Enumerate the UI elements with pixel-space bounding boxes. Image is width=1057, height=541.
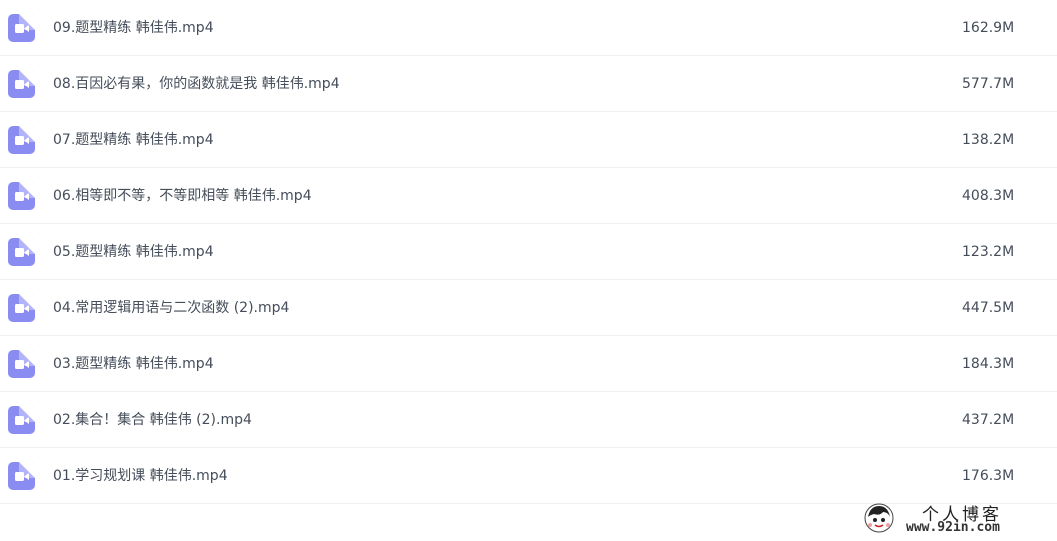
video-file-icon: [8, 294, 35, 322]
file-name[interactable]: 02.集合！集合 韩佳伟 (2).mp4: [53, 392, 252, 448]
file-row[interactable]: 08.百因必有果，你的函数就是我 韩佳伟.mp4 577.7M: [0, 56, 1057, 112]
file-name[interactable]: 09.题型精练 韩佳伟.mp4: [53, 0, 214, 56]
video-file-icon: [8, 406, 35, 434]
file-size: 437.2M: [962, 412, 1015, 428]
avatar-icon: [864, 503, 894, 533]
watermark-url: www.92in.com: [906, 520, 1000, 535]
file-size: 138.2M: [962, 132, 1015, 148]
file-row[interactable]: 05.题型精练 韩佳伟.mp4 123.2M: [0, 224, 1057, 280]
file-row[interactable]: 09.题型精练 韩佳伟.mp4 162.9M: [0, 0, 1057, 56]
file-size: 184.3M: [962, 356, 1015, 372]
file-name[interactable]: 05.题型精练 韩佳伟.mp4: [53, 224, 214, 280]
video-file-icon: [8, 126, 35, 154]
file-size: 408.3M: [962, 188, 1015, 204]
file-size: 577.7M: [962, 76, 1015, 92]
file-name[interactable]: 06.相等即不等，不等即相等 韩佳伟.mp4: [53, 168, 312, 224]
watermark: 个人博客 www.92in.com: [864, 500, 1054, 540]
file-name[interactable]: 08.百因必有果，你的函数就是我 韩佳伟.mp4: [53, 56, 340, 112]
file-row[interactable]: 06.相等即不等，不等即相等 韩佳伟.mp4 408.3M: [0, 168, 1057, 224]
file-size: 176.3M: [962, 468, 1015, 484]
video-file-icon: [8, 14, 35, 42]
video-file-icon: [8, 182, 35, 210]
video-file-icon: [8, 462, 35, 490]
file-list: 09.题型精练 韩佳伟.mp4 162.9M 08.百因必有果，你的函数就是我 …: [0, 0, 1057, 504]
file-row[interactable]: 01.学习规划课 韩佳伟.mp4 176.3M: [0, 448, 1057, 504]
file-size: 447.5M: [962, 300, 1015, 316]
file-row[interactable]: 02.集合！集合 韩佳伟 (2).mp4 437.2M: [0, 392, 1057, 448]
file-size: 162.9M: [962, 20, 1015, 36]
video-file-icon: [8, 350, 35, 378]
video-file-icon: [8, 238, 35, 266]
file-row[interactable]: 07.题型精练 韩佳伟.mp4 138.2M: [0, 112, 1057, 168]
file-name[interactable]: 07.题型精练 韩佳伟.mp4: [53, 112, 214, 168]
file-name[interactable]: 04.常用逻辑用语与二次函数 (2).mp4: [53, 280, 289, 336]
file-size: 123.2M: [962, 244, 1015, 260]
video-file-icon: [8, 70, 35, 98]
file-name[interactable]: 01.学习规划课 韩佳伟.mp4: [53, 448, 228, 504]
file-row[interactable]: 04.常用逻辑用语与二次函数 (2).mp4 447.5M: [0, 280, 1057, 336]
file-row[interactable]: 03.题型精练 韩佳伟.mp4 184.3M: [0, 336, 1057, 392]
file-name[interactable]: 03.题型精练 韩佳伟.mp4: [53, 336, 214, 392]
